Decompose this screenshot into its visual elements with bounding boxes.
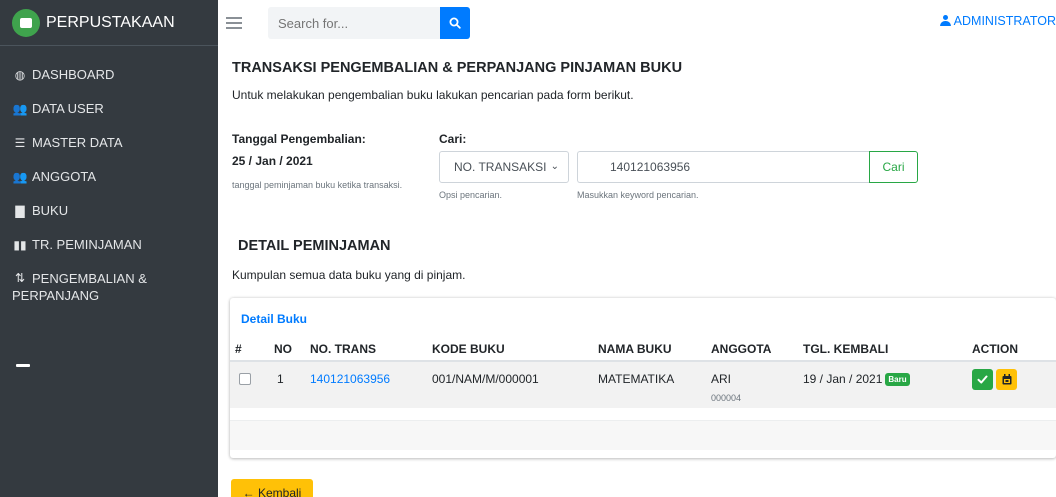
sidebar-item-label: MASTER DATA (32, 135, 123, 150)
col-header: TGL. KEMBALI (803, 342, 889, 356)
sidebar-item-label: DATA USER (32, 101, 104, 116)
brand[interactable]: PERPUSTAKAAN (0, 0, 218, 46)
return-date-label: Tanggal Pengembalian: (232, 132, 366, 146)
sidebar-nav: ◍ DASHBOARD 👥 DATA USER ☰ MASTER DATA 👥 … (0, 46, 218, 314)
brand-name: PERPUSTAKAAN (46, 13, 175, 31)
card-title: Detail Buku (241, 312, 308, 326)
menu-toggle-icon[interactable] (226, 14, 242, 32)
table-row: 1 140121063956 001/NAM/M/000001 MATEMATI… (230, 362, 1056, 408)
check-icon (977, 375, 988, 384)
sidebar-item-label-line1: PENGEMBALIAN & (32, 271, 147, 286)
extend-button[interactable] (996, 369, 1017, 390)
search-button[interactable] (440, 7, 470, 39)
search-option-select[interactable]: NO. TRANSAKSI ⌄ (439, 151, 569, 183)
keyword-hint: Masukkan keyword pencarian. (577, 190, 699, 200)
page-title: TRANSAKSI PENGEMBALIAN & PERPANJANG PINJ… (232, 60, 683, 76)
col-header: NO. TRANS (310, 342, 376, 356)
row-nama-buku: MATEMATIKA (598, 372, 675, 386)
users-icon: 👥 (12, 102, 28, 116)
chevron-down-icon: ⌄ (550, 161, 559, 172)
sidebar-item-master-data[interactable]: ☰ MASTER DATA (0, 126, 218, 160)
cari-button[interactable]: Cari (869, 151, 918, 183)
sidebar-item-label: TR. PEMINJAMAN (32, 237, 142, 252)
table-footer-row (230, 420, 1056, 450)
status-badge: Baru (885, 373, 910, 386)
sidebar-item-label-line2: PERPANJANG (12, 288, 100, 303)
sidebar-item-label: DASHBOARD (32, 67, 115, 82)
row-anggota-id: 000004 (711, 393, 742, 403)
search-icon (449, 17, 461, 29)
user-menu[interactable]: ADMINISTRATOR (939, 14, 1056, 28)
sidebar-item-data-user[interactable]: 👥 DATA USER (0, 92, 218, 126)
open-book-icon: ▮▮ (13, 238, 27, 252)
sidebar-divider (16, 364, 30, 367)
row-no-trans-link[interactable]: 140121063956 (310, 372, 390, 386)
sidebar-item-anggota[interactable]: 👥 ANGGOTA (0, 160, 218, 194)
sidebar-item-buku[interactable]: ▇ BUKU (0, 194, 218, 228)
col-header: NAMA BUKU (598, 342, 672, 356)
col-header: ACTION (972, 342, 1018, 356)
topbar: ADMINISTRATOR (218, 0, 1056, 46)
detail-description: Kumpulan semua data buku yang di pinjam. (232, 268, 466, 282)
search-group (268, 7, 470, 39)
return-icon: ⇅ (14, 271, 26, 285)
arrow-left-icon: ← (242, 486, 255, 497)
sidebar: PERPUSTAKAAN ◍ DASHBOARD 👥 DATA USER ☰ M… (0, 0, 218, 497)
sidebar-item-label: ANGGOTA (32, 169, 97, 184)
sidebar-item-tr-peminjaman[interactable]: ▮▮ TR. PEMINJAMAN (0, 228, 218, 262)
row-tgl-kembali-value: 19 / Jan / 2021 (803, 372, 883, 386)
sidebar-item-dashboard[interactable]: ◍ DASHBOARD (0, 58, 218, 92)
calendar-icon (1002, 374, 1011, 385)
sidebar-item-label: BUKU (32, 203, 69, 218)
row-tgl-kembali: 19 / Jan / 2021 Baru (803, 372, 910, 386)
user-icon (939, 15, 951, 26)
search-label: Cari: (439, 132, 467, 146)
sidebar-item-pengembalian[interactable]: ⇅ PENGEMBALIAN & PERPANJANG (0, 262, 218, 314)
return-date-hint: tanggal peminjaman buku ketika transaksi… (232, 180, 403, 190)
search-input[interactable] (268, 7, 440, 39)
search-option-value: NO. TRANSAKSI (454, 160, 547, 174)
main-content: TRANSAKSI PENGEMBALIAN & PERPANJANG PINJ… (218, 46, 1056, 497)
col-header: # (235, 342, 242, 356)
keyword-input[interactable]: 140121063956 (577, 151, 869, 183)
row-kode-buku: 001/NAM/M/000001 (432, 372, 539, 386)
book-icon: ▇ (15, 204, 25, 218)
database-icon: ☰ (14, 136, 26, 150)
row-checkbox[interactable] (239, 373, 251, 385)
user-name: ADMINISTRATOR (953, 14, 1056, 28)
row-anggota: ARI (711, 372, 732, 386)
detail-title: DETAIL PEMINJAMAN (238, 238, 391, 254)
members-icon: 👥 (12, 170, 28, 184)
col-header: ANGGOTA (711, 342, 772, 356)
row-no: 1 (277, 372, 284, 386)
detail-card: Detail Buku # NO NO. TRANS KODE BUKU NAM… (230, 298, 1056, 458)
page-description: Untuk melakukan pengembalian buku lakuka… (232, 88, 634, 102)
col-header: NO (274, 342, 292, 356)
dashboard-icon: ◍ (14, 68, 26, 82)
return-date-value: 25 / Jan / 2021 (232, 154, 313, 168)
col-header: KODE BUKU (432, 342, 505, 356)
table-header: # NO NO. TRANS KODE BUKU NAMA BUKU ANGGO… (230, 336, 1056, 362)
library-logo-icon (12, 8, 40, 37)
back-button[interactable]: ← Kembali (231, 479, 313, 497)
sidebar-item-label: PENGEMBALIAN & PERPANJANG (12, 270, 147, 304)
return-button[interactable] (972, 369, 993, 390)
back-button-label: Kembali (257, 486, 302, 497)
search-option-hint: Opsi pencarian. (439, 190, 503, 200)
